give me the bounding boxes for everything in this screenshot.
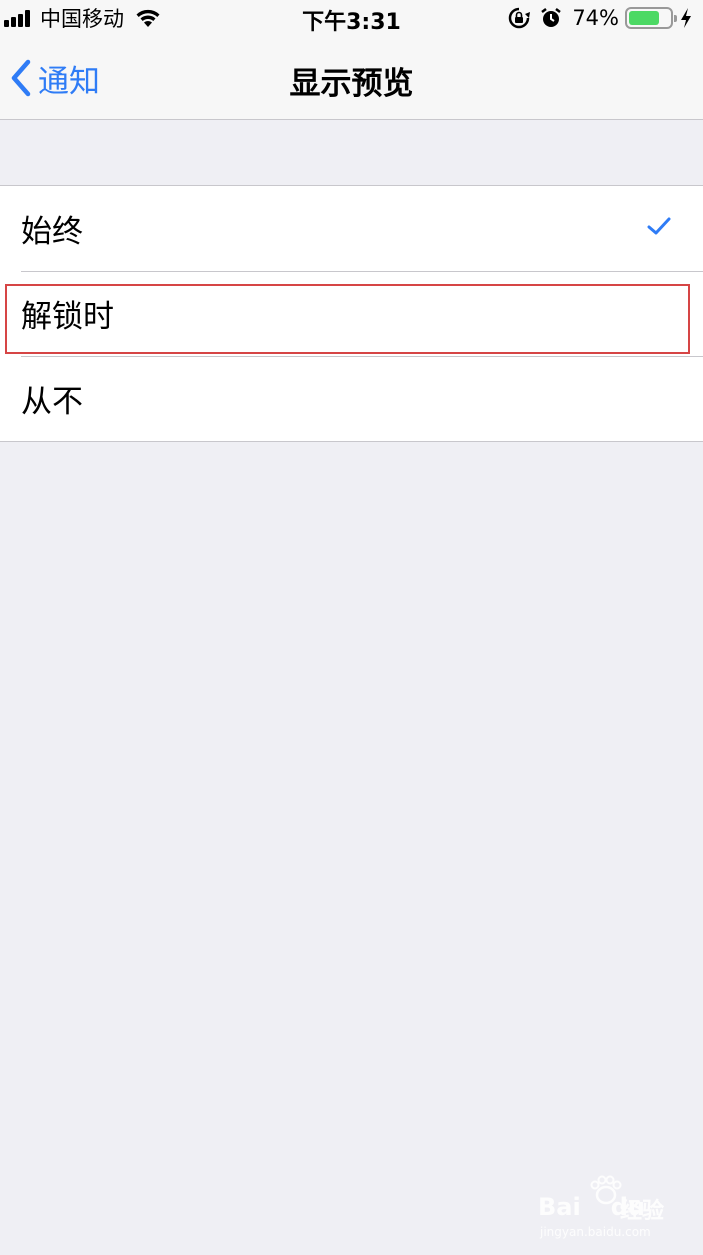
rotation-lock-icon (509, 7, 531, 29)
page-title: 显示预览 (289, 66, 414, 102)
baidu-jingyan-watermark: Bai du 经验 jingyan.baidu.com (538, 1175, 698, 1245)
watermark-url: jingyan.baidu.com (540, 1225, 651, 1239)
option-label: 始终 (21, 214, 83, 250)
option-label: 解锁时 (21, 299, 114, 335)
option-always[interactable]: 始终 (0, 186, 703, 271)
checkmark-icon (647, 217, 671, 235)
preview-options-list: 始终 解锁时 从不 (0, 185, 703, 442)
battery-icon (625, 7, 677, 29)
status-right: 74% (508, 4, 693, 32)
option-never[interactable]: 从不 (0, 356, 703, 441)
status-bar: 中国移动 下午3:31 74% (0, 0, 703, 36)
option-label: 从不 (21, 384, 83, 420)
navigation-bar: 通知 显示预览 (0, 36, 703, 120)
battery-fill (629, 11, 659, 25)
battery-percent: 74% (572, 6, 619, 30)
alarm-icon (541, 8, 562, 27)
watermark-product: 经验 (620, 1199, 665, 1224)
option-when-unlocked[interactable]: 解锁时 (0, 271, 703, 356)
charging-icon (681, 8, 691, 28)
